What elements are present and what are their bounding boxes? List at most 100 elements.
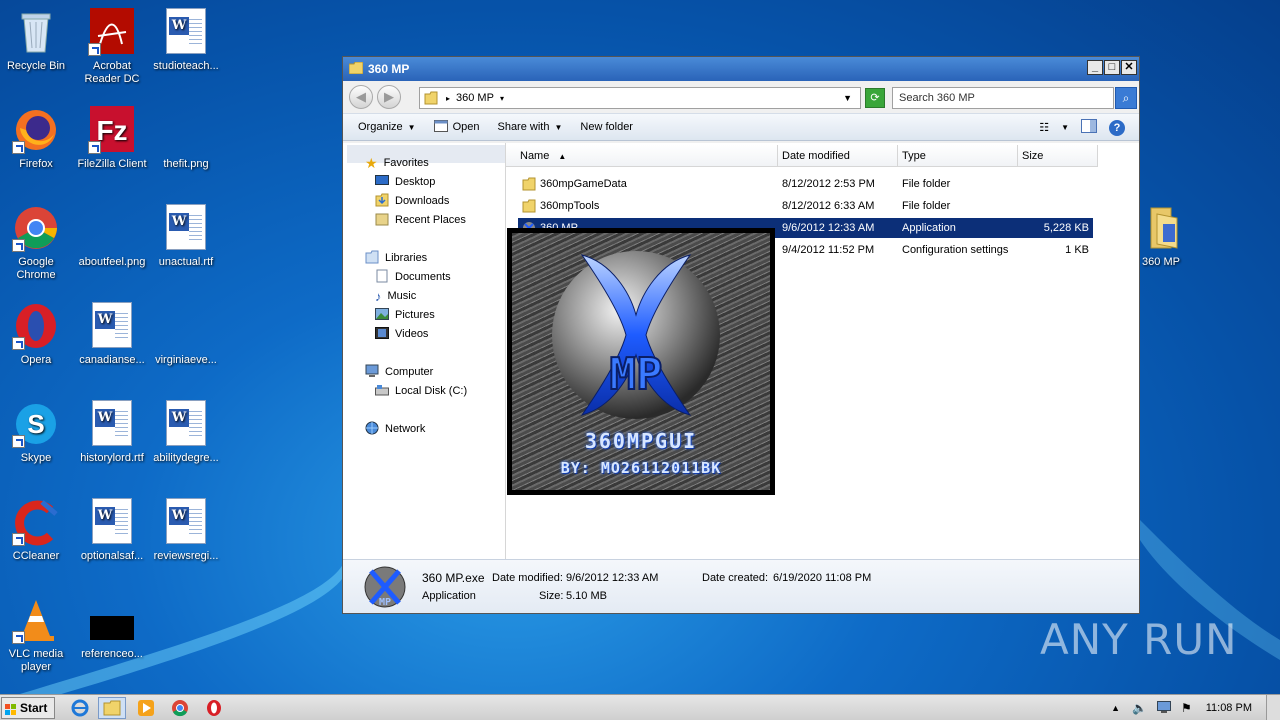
search-input[interactable]: Search 360 MP bbox=[892, 87, 1114, 109]
desktop-icon-vlc[interactable]: VLC media player bbox=[0, 596, 74, 674]
details-date-modified: 9/6/2012 12:33 AM bbox=[566, 572, 659, 584]
desktop-icon-historylord[interactable]: W historylord.rtf bbox=[74, 400, 150, 465]
desktop-icon-chrome[interactable]: Google Chrome bbox=[0, 204, 74, 282]
minimize-button[interactable]: _ bbox=[1087, 60, 1103, 75]
close-button[interactable]: ✕ bbox=[1121, 60, 1137, 75]
column-header-size[interactable]: Size bbox=[1018, 145, 1098, 167]
back-button[interactable]: ◀ bbox=[349, 85, 373, 109]
desktop-icon-skype[interactable]: S Skype bbox=[0, 400, 74, 465]
file-row[interactable]: 360mpGameData 8/12/2012 2:53 PM File fol… bbox=[518, 174, 1093, 194]
clock[interactable]: 11:08 PM bbox=[1206, 702, 1252, 714]
desktop-icon-firefox[interactable]: Firefox bbox=[0, 106, 74, 171]
desktop-icon-filezilla[interactable]: Fz FileZilla Client bbox=[74, 106, 150, 171]
flag-icon[interactable]: ⚑ bbox=[1181, 701, 1192, 715]
start-button[interactable]: Start bbox=[1, 697, 55, 719]
nav-computer[interactable]: Computer bbox=[365, 363, 433, 381]
recent-places-icon bbox=[375, 212, 389, 229]
window-title-bar[interactable]: 360 MP _ □ ✕ bbox=[343, 57, 1139, 81]
image-file-icon bbox=[162, 302, 210, 350]
nav-documents[interactable]: Documents bbox=[375, 268, 451, 286]
view-options-icon[interactable]: ☷ bbox=[1039, 121, 1049, 134]
opera-taskbar-icon[interactable] bbox=[200, 697, 228, 719]
file-name: 360mpTools bbox=[540, 200, 600, 212]
breadcrumb-dropdown-icon[interactable]: ▾ bbox=[500, 94, 504, 103]
desktop-icon-recycle-bin[interactable]: Recycle Bin bbox=[0, 8, 74, 73]
nav-music[interactable]: ♪ Music bbox=[375, 287, 416, 305]
libraries-icon bbox=[365, 250, 379, 267]
desktop-icon-acrobat[interactable]: Acrobat Reader DC bbox=[74, 8, 150, 86]
videos-icon bbox=[375, 326, 389, 342]
refresh-icon[interactable]: ⟳ bbox=[865, 88, 885, 108]
desktop-icon-label: VLC media player bbox=[8, 648, 64, 673]
nav-favorites[interactable]: ★ Favorites bbox=[365, 154, 429, 172]
app-logo-icon: MP bbox=[363, 565, 407, 612]
nav-downloads[interactable]: Downloads bbox=[375, 192, 449, 210]
desktop-icon-abilitydegre[interactable]: W abilitydegre... bbox=[148, 400, 224, 465]
forward-button[interactable]: ▶ bbox=[377, 85, 401, 109]
desktop-icon-ccleaner[interactable]: CCleaner bbox=[0, 498, 74, 563]
word-document-icon: W bbox=[88, 400, 136, 448]
show-desktop-button[interactable] bbox=[1266, 695, 1280, 720]
file-size: 1 KB bbox=[1065, 244, 1089, 256]
network-icon bbox=[365, 421, 379, 438]
desktop-icon-reviewsregi[interactable]: W reviewsregi... bbox=[148, 498, 224, 563]
desktop-icon-studioteach[interactable]: W studioteach... bbox=[148, 8, 224, 73]
firefox-icon bbox=[12, 106, 60, 154]
breadcrumb-arrow-icon[interactable]: ▸ bbox=[446, 94, 450, 103]
organize-button[interactable]: Organize ▼ bbox=[358, 121, 416, 133]
taskbar: Start ▲ 🔈 ⚑ 11:08 PM bbox=[0, 694, 1280, 720]
desktop-icon-referenceo[interactable]: referenceo... bbox=[74, 596, 150, 661]
desktop-icon-opera[interactable]: Opera bbox=[0, 302, 74, 367]
chrome-taskbar-icon[interactable] bbox=[166, 697, 194, 719]
address-row: ◀ ▶ ▸ 360 MP ▾ ▼ ⟳ Search 360 MP ⌕ bbox=[343, 81, 1139, 113]
desktop-icon-virginiaeve[interactable]: virginiaeve... bbox=[148, 302, 224, 367]
desktop-icon-label: Acrobat Reader DC bbox=[84, 60, 140, 85]
column-header-date[interactable]: Date modified bbox=[778, 145, 898, 167]
share-with-button[interactable]: Share with ▼ bbox=[497, 121, 562, 133]
media-player-icon[interactable] bbox=[132, 697, 160, 719]
file-type: File folder bbox=[902, 200, 951, 212]
desktop-icon-aboutfeel[interactable]: aboutfeel.png bbox=[74, 204, 150, 269]
image-file-icon bbox=[162, 106, 210, 154]
help-icon[interactable]: ? bbox=[1109, 119, 1125, 136]
explorer-taskbar-button[interactable] bbox=[98, 697, 126, 719]
nav-local-disk[interactable]: Local Disk (C:) bbox=[375, 382, 467, 400]
network-tray-icon[interactable] bbox=[1156, 700, 1171, 716]
desktop-icon-label: CCleaner bbox=[12, 550, 60, 562]
word-document-icon: W bbox=[88, 302, 136, 350]
shortcut-arrow-icon bbox=[12, 141, 25, 154]
chevron-down-icon: ▼ bbox=[407, 122, 416, 132]
tray-expand-icon[interactable]: ▲ bbox=[1111, 703, 1120, 713]
nav-pictures[interactable]: Pictures bbox=[375, 306, 435, 324]
preview-pane-icon[interactable] bbox=[1081, 119, 1097, 136]
breadcrumb-current[interactable]: 360 MP bbox=[456, 92, 494, 104]
chevron-down-icon[interactable]: ▼ bbox=[1061, 123, 1069, 132]
desktop-icon-unactual[interactable]: W unactual.rtf bbox=[148, 204, 224, 269]
internet-explorer-icon[interactable] bbox=[66, 697, 94, 719]
column-header-name[interactable]: Name ▲ bbox=[506, 145, 778, 167]
desktop-icon-thefit[interactable]: thefit.png bbox=[148, 106, 224, 171]
system-tray: ▲ 🔈 ⚑ 11:08 PM bbox=[1111, 695, 1280, 720]
file-name: 360mpGameData bbox=[540, 178, 627, 190]
column-header-type[interactable]: Type bbox=[898, 145, 1018, 167]
nav-desktop[interactable]: Desktop bbox=[375, 173, 435, 191]
nav-network[interactable]: Network bbox=[365, 420, 425, 438]
desktop-icon-optionalsaf[interactable]: W optionalsaf... bbox=[74, 498, 150, 563]
volume-icon[interactable]: 🔈 bbox=[1132, 701, 1147, 715]
star-icon: ★ bbox=[365, 154, 378, 171]
nav-libraries[interactable]: Libraries bbox=[365, 249, 427, 267]
folder-icon bbox=[424, 91, 438, 108]
new-folder-button[interactable]: New folder bbox=[580, 121, 633, 133]
search-icon[interactable]: ⌕ bbox=[1115, 87, 1137, 109]
nav-recent-places[interactable]: Recent Places bbox=[375, 211, 466, 229]
nav-videos[interactable]: Videos bbox=[375, 325, 428, 343]
maximize-button[interactable]: □ bbox=[1104, 60, 1120, 75]
desktop-icon-canadianse[interactable]: W canadianse... bbox=[74, 302, 150, 367]
address-bar[interactable]: ▸ 360 MP ▾ ▼ bbox=[419, 87, 861, 109]
file-row[interactable]: 360mpTools 8/12/2012 6:33 AM File folder bbox=[518, 196, 1093, 216]
x-logo-icon: MP bbox=[552, 251, 720, 419]
address-dropdown-icon[interactable]: ▼ bbox=[843, 93, 852, 103]
open-button[interactable]: Open bbox=[433, 119, 479, 135]
file-date: 9/6/2012 12:33 AM bbox=[782, 222, 875, 234]
desktop-icon-label: optionalsaf... bbox=[80, 550, 144, 562]
